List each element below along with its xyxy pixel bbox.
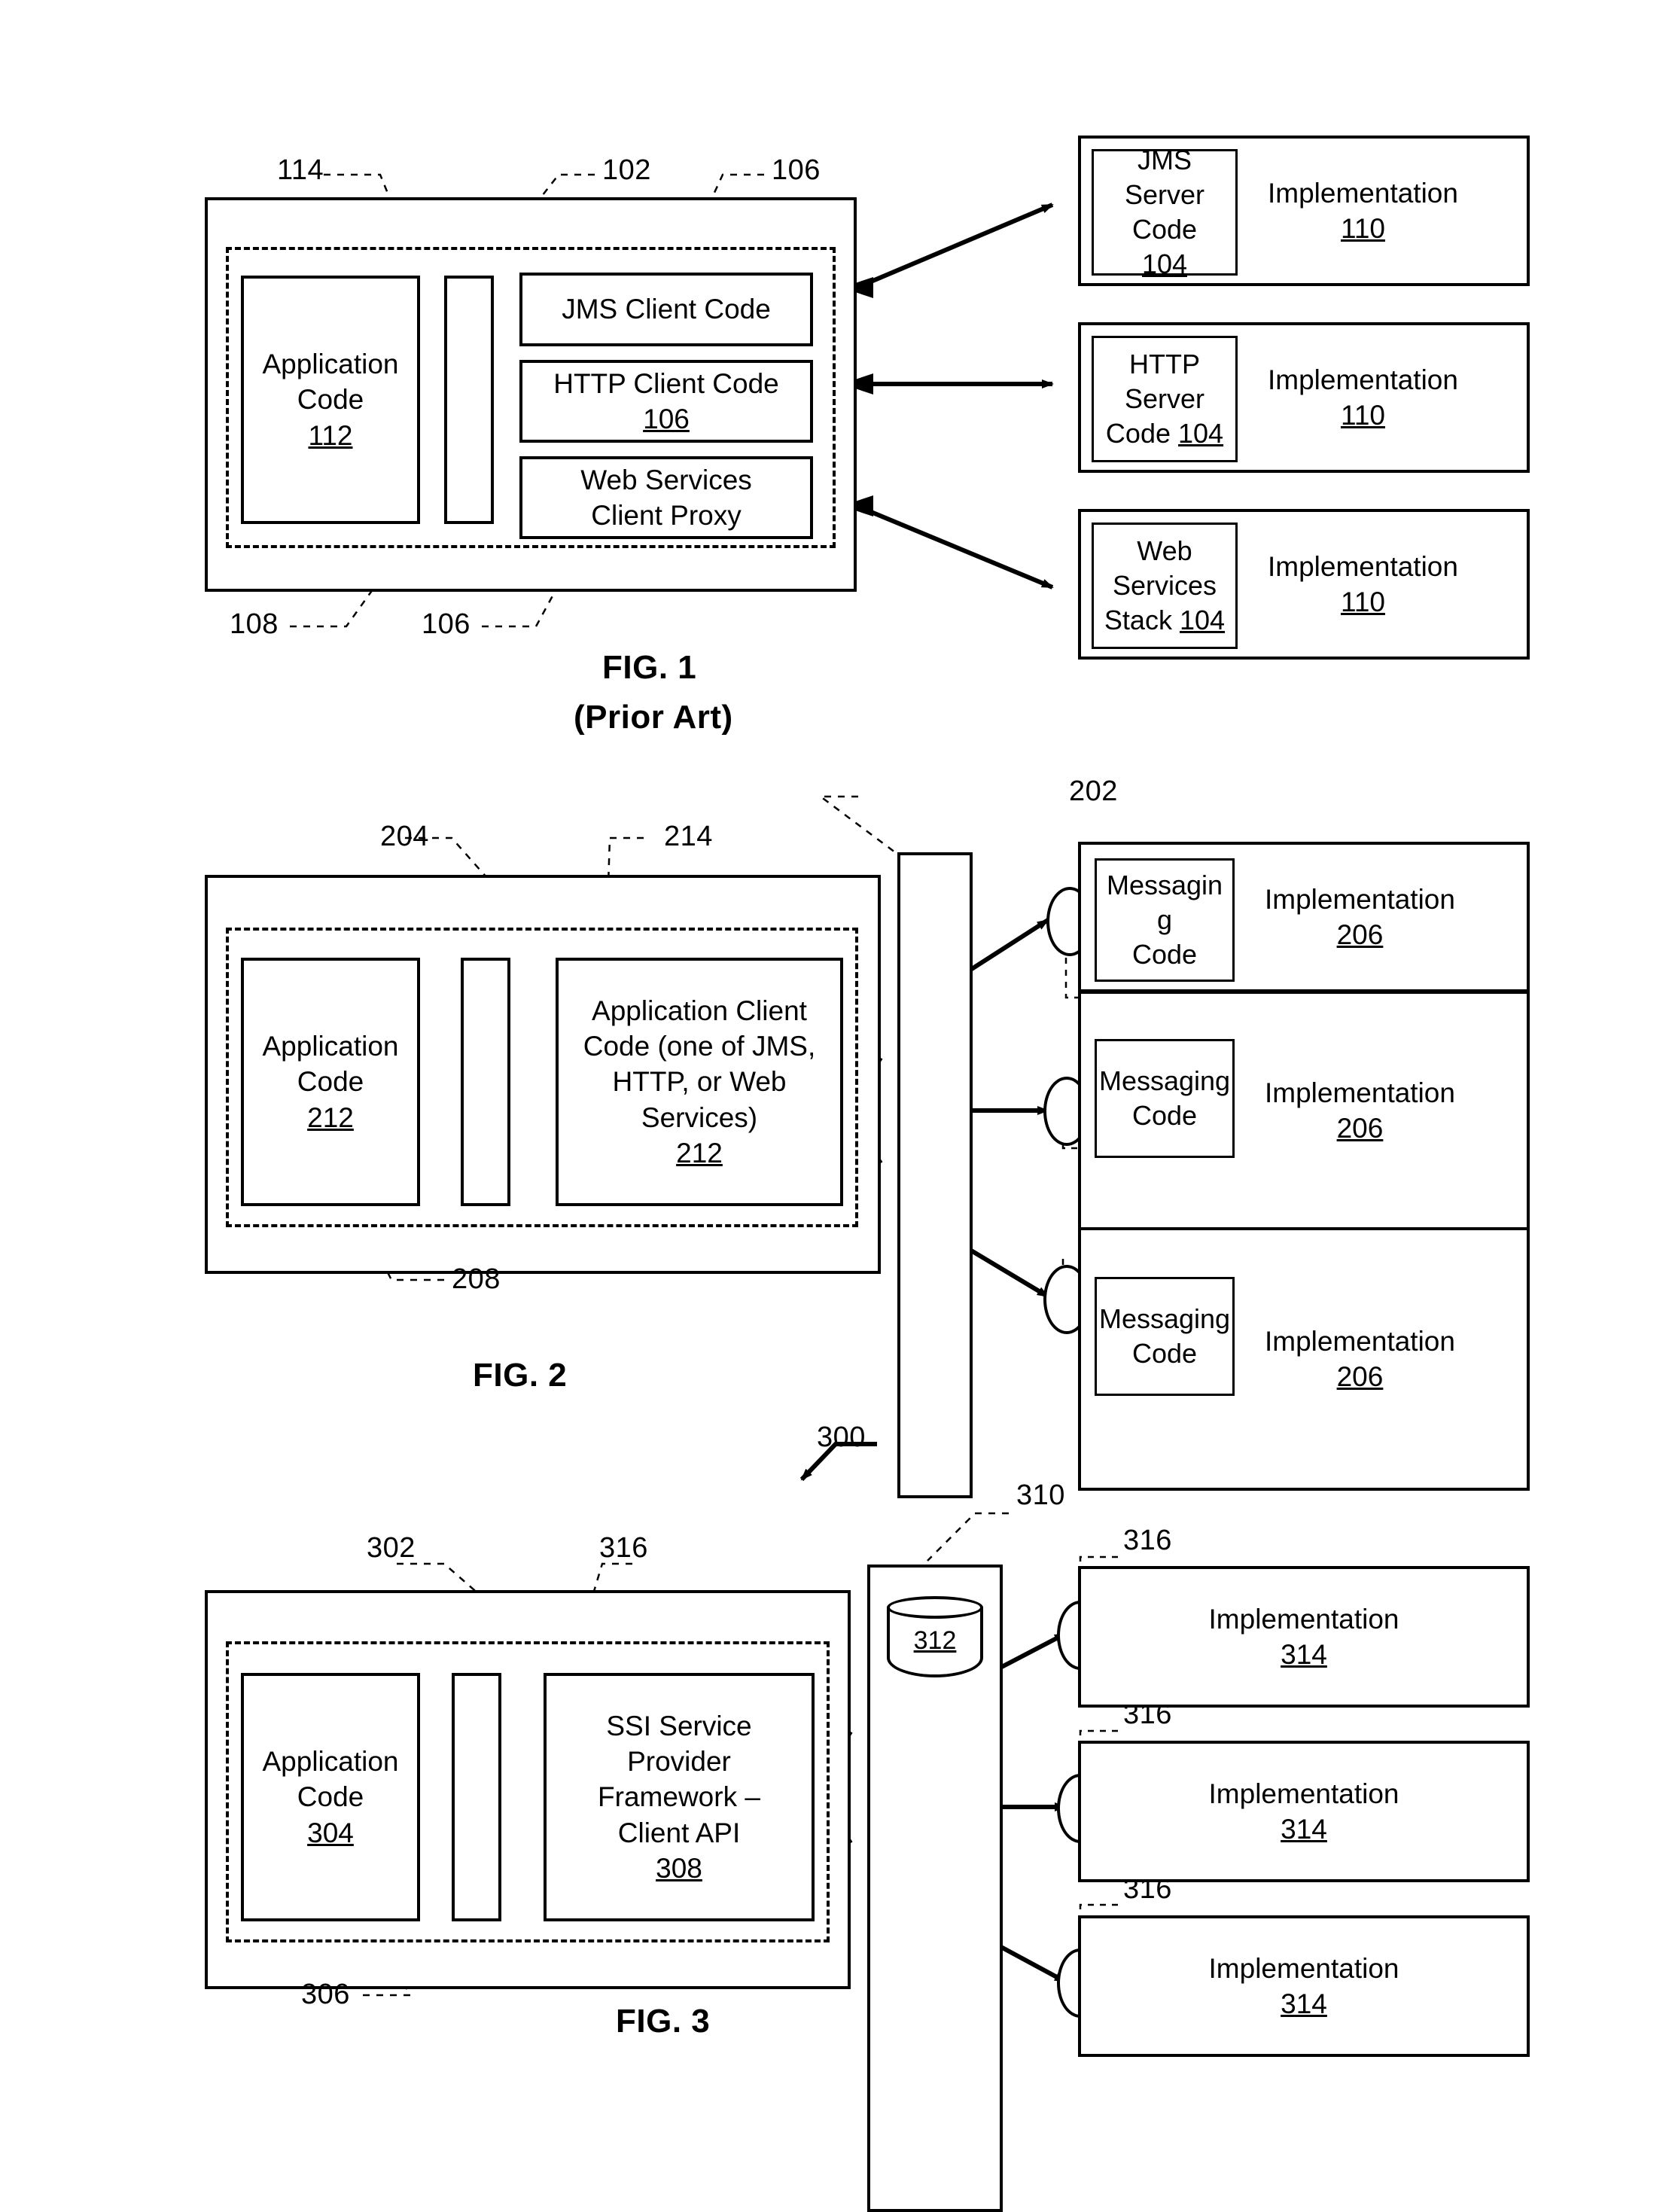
callout-114: 114 bbox=[277, 154, 324, 186]
fig3-registry-number: 312 bbox=[913, 1626, 957, 1655]
fig2-application-client-code-text: Application Client Code (one of JMS, HTT… bbox=[583, 995, 816, 1169]
fig3-implementation-2: Implementation 314 bbox=[1078, 1741, 1530, 1882]
fig3-ssi-client-api-text: SSI Service Provider Framework – Client … bbox=[598, 1710, 760, 1884]
fig1-web-services-client-proxy: Web Services Client Proxy bbox=[519, 456, 813, 539]
callout-306: 306 bbox=[301, 1979, 350, 2010]
callout-106-top: 106 bbox=[772, 154, 821, 186]
fig1-jms-implementation-text: Implementation 110 bbox=[1268, 177, 1458, 244]
callout-204: 204 bbox=[380, 821, 429, 852]
fig2-messaging-code-2: Messaging Code bbox=[1095, 1039, 1235, 1158]
fig3-connector-bar bbox=[452, 1673, 501, 1921]
fig3-application-code: Application Code 304 bbox=[241, 1673, 420, 1921]
callout-316-a: 316 bbox=[1123, 1525, 1172, 1556]
fig1-jms-server-container: JMS Server Code 104 Implementation 110 bbox=[1078, 136, 1530, 286]
fig1-application-code: Application Code 112 bbox=[241, 276, 420, 524]
fig2-messaging-container-3: Messaging Code Implementation 206 bbox=[1078, 1227, 1530, 1491]
fig1-web-services-client-proxy-text: Web Services Client Proxy bbox=[580, 464, 752, 531]
fig1-web-services-stack-container: Web Services Stack 104 Implementation 11… bbox=[1078, 509, 1530, 660]
fig3-service-registry: 312 bbox=[887, 1596, 983, 1688]
fig2-application-code: Application Code 212 bbox=[241, 958, 420, 1206]
fig1-connector-bar bbox=[444, 276, 494, 524]
fig1-application-code-text: Application Code 112 bbox=[262, 348, 399, 451]
fig2-application-code-text: Application Code 212 bbox=[262, 1030, 399, 1133]
callout-208: 208 bbox=[452, 1263, 501, 1295]
fig2-messaging-code-2-text: Messaging Code bbox=[1098, 1065, 1231, 1131]
fig2-messaging-code-1: Messagin g Code bbox=[1095, 858, 1235, 982]
fig1-http-client-code-text: HTTP Client Code 106 bbox=[553, 367, 779, 434]
fig1-web-services-stack-text: Web Services Stack 104 bbox=[1104, 535, 1226, 636]
patent-drawing-sheet: 114 102 106 Application Code 112 JMS Cli… bbox=[0, 0, 1675, 2212]
callout-108: 108 bbox=[230, 608, 279, 640]
fig3-caption: FIG. 3 bbox=[616, 2003, 711, 2040]
fig2-messaging-container-2: Messaging Code Implementation 206 bbox=[1078, 991, 1530, 1230]
fig2-messaging-code-3: Messaging Code bbox=[1095, 1277, 1235, 1396]
fig1-http-server-code-text: HTTP Server Code 104 bbox=[1105, 348, 1224, 449]
fig3-implementation-3: Implementation 314 bbox=[1078, 1915, 1530, 2057]
fig2-implementation-3-text: Implementation 206 bbox=[1265, 1325, 1455, 1392]
fig2-messaging-container-1: Messagin g Code Implementation 206 bbox=[1078, 842, 1530, 992]
fig2-application-client-code: Application Client Code (one of JMS, HTT… bbox=[556, 958, 843, 1206]
fig1-jms-client-code: JMS Client Code bbox=[519, 273, 813, 346]
fig1-http-implementation-text: Implementation 110 bbox=[1268, 364, 1458, 431]
fig3-application-code-text: Application Code 304 bbox=[262, 1745, 399, 1848]
fig3-implementation-2-text: Implementation 314 bbox=[1208, 1778, 1399, 1845]
fig1-http-server-container: HTTP Server Code 104 Implementation 110 bbox=[1078, 322, 1530, 473]
callout-102: 102 bbox=[602, 154, 651, 186]
callout-316-client: 316 bbox=[599, 1532, 648, 1564]
fig1-jms-server-code-text: JMS Server Code 104 bbox=[1124, 144, 1205, 280]
fig2-connector-bar bbox=[461, 958, 510, 1206]
fig3-implementation-1: Implementation 314 bbox=[1078, 1566, 1530, 1708]
callout-310: 310 bbox=[1016, 1479, 1065, 1511]
callout-106-bottom: 106 bbox=[422, 608, 471, 640]
fig2-caption: FIG. 2 bbox=[473, 1357, 568, 1394]
fig1-subcaption: (Prior Art) bbox=[574, 699, 733, 736]
fig1-web-services-implementation-text: Implementation 110 bbox=[1268, 550, 1458, 617]
fig1-http-server-code: HTTP Server Code 104 bbox=[1092, 336, 1238, 462]
fig1-web-services-stack-code: Web Services Stack 104 bbox=[1092, 523, 1238, 649]
fig2-implementation-1-text: Implementation 206 bbox=[1265, 883, 1455, 950]
fig1-http-client-code: HTTP Client Code 106 bbox=[519, 360, 813, 443]
callout-302: 302 bbox=[367, 1532, 416, 1564]
callout-214: 214 bbox=[664, 821, 713, 852]
fig1-jms-client-code-text: JMS Client Code bbox=[562, 294, 771, 325]
fig1-jms-server-code: JMS Server Code 104 bbox=[1092, 145, 1238, 279]
fig3-implementation-3-text: Implementation 314 bbox=[1208, 1952, 1399, 2019]
fig3-registry-top bbox=[887, 1596, 983, 1619]
fig2-messaging-code-3-text: Messaging Code bbox=[1098, 1303, 1231, 1369]
callout-202: 202 bbox=[1069, 775, 1118, 807]
fig2-implementation-2-text: Implementation 206 bbox=[1265, 1077, 1455, 1144]
fig2-messaging-code-1-text: Messagin g Code bbox=[1106, 869, 1223, 970]
fig1-caption: FIG. 1 bbox=[602, 649, 697, 686]
fig2-service-rail bbox=[897, 852, 973, 1498]
callout-300: 300 bbox=[817, 1421, 866, 1453]
fig3-implementation-1-text: Implementation 314 bbox=[1208, 1603, 1399, 1670]
fig3-ssi-client-api: SSI Service Provider Framework – Client … bbox=[544, 1673, 815, 1921]
